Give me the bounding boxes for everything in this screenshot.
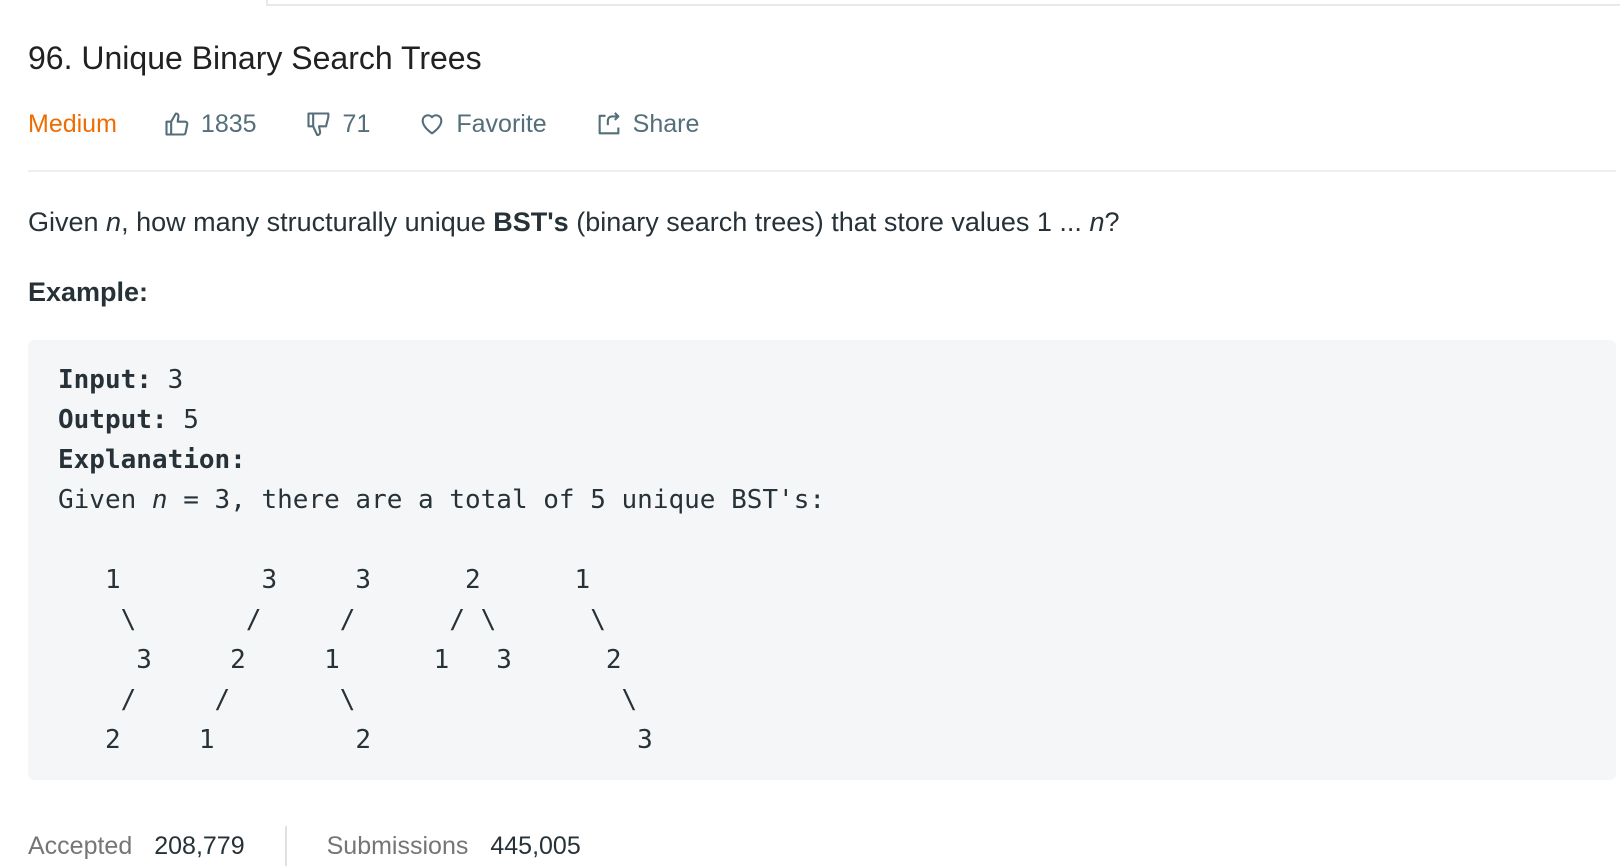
input-label: Input:	[58, 365, 152, 395]
bst-diagrams: 1 3 3 2 1 \ / / / \ \ 3 2 1 1 3 2 / / \ …	[58, 560, 1058, 800]
tree-row: \ / / / \ \	[58, 605, 606, 635]
tree-row: 1 3 3 2 1	[58, 565, 591, 595]
submission-stats: Accepted 208,779 Submissions 445,005	[28, 826, 581, 866]
favorite-label: Favorite	[456, 109, 547, 138]
header-divider	[28, 170, 1616, 172]
stats-divider	[284, 826, 287, 866]
accepted-value: 208,779	[154, 832, 245, 860]
heart-icon	[421, 114, 443, 135]
explanation-var-n: n	[151, 485, 168, 515]
like-button[interactable]: 1835	[163, 110, 257, 139]
thumbs-down-icon	[306, 112, 329, 137]
output-label: Output:	[58, 405, 168, 435]
thumbs-up-icon	[165, 112, 189, 136]
share-label: Share	[632, 109, 700, 138]
explanation-text: Given	[58, 485, 152, 515]
tree-row: / / \ \	[58, 685, 638, 715]
desc-text: , how many structurally unique	[121, 207, 494, 237]
explanation-label-line: Explanation:	[58, 440, 1586, 480]
favorite-button[interactable]: Favorite	[418, 109, 547, 139]
submissions-label: Submissions	[326, 832, 469, 860]
example-heading: Example:	[28, 277, 149, 307]
share-icon	[598, 112, 620, 135]
tree-row: 2 1 2 3	[58, 725, 653, 755]
output-value: 5	[167, 405, 199, 435]
desc-var-n: n	[106, 207, 122, 237]
problem-meta-row: Medium 1835 71 Favorite Share	[28, 104, 699, 144]
example-code-block: Input: 3 Output: 5 Explanation: Given n …	[28, 340, 1616, 780]
tree-row: 3 2 1 1 3 2	[58, 645, 622, 675]
explanation-label: Explanation:	[58, 445, 246, 475]
like-count: 1835	[200, 109, 257, 138]
problem-title: 96. Unique Binary Search Trees	[28, 40, 482, 76]
explanation-text: = 3, there are a total of 5 unique BST's…	[167, 485, 826, 515]
desc-text: (binary search trees) that store values …	[568, 207, 1090, 237]
desc-bst: BST's	[493, 207, 569, 237]
input-value: 3	[151, 365, 184, 395]
problem-description: Given n, how many structurally unique BS…	[28, 202, 1120, 242]
output-line: Output: 5	[58, 400, 1586, 440]
desc-var-n: n	[1089, 207, 1105, 237]
share-button[interactable]: Share	[595, 109, 700, 139]
dislike-button[interactable]: 71	[305, 109, 371, 139]
difficulty-label: Medium	[28, 109, 117, 138]
desc-text: ?	[1104, 207, 1120, 237]
input-line: Input: 3	[58, 360, 1586, 400]
submissions-value: 445,005	[490, 832, 581, 860]
desc-text: Given	[28, 207, 107, 237]
accepted-label: Accepted	[28, 832, 133, 860]
dislike-count: 71	[342, 109, 371, 138]
top-tab-border	[266, 0, 1620, 6]
explanation-text-line: Given n = 3, there are a total of 5 uniq…	[58, 480, 1586, 520]
